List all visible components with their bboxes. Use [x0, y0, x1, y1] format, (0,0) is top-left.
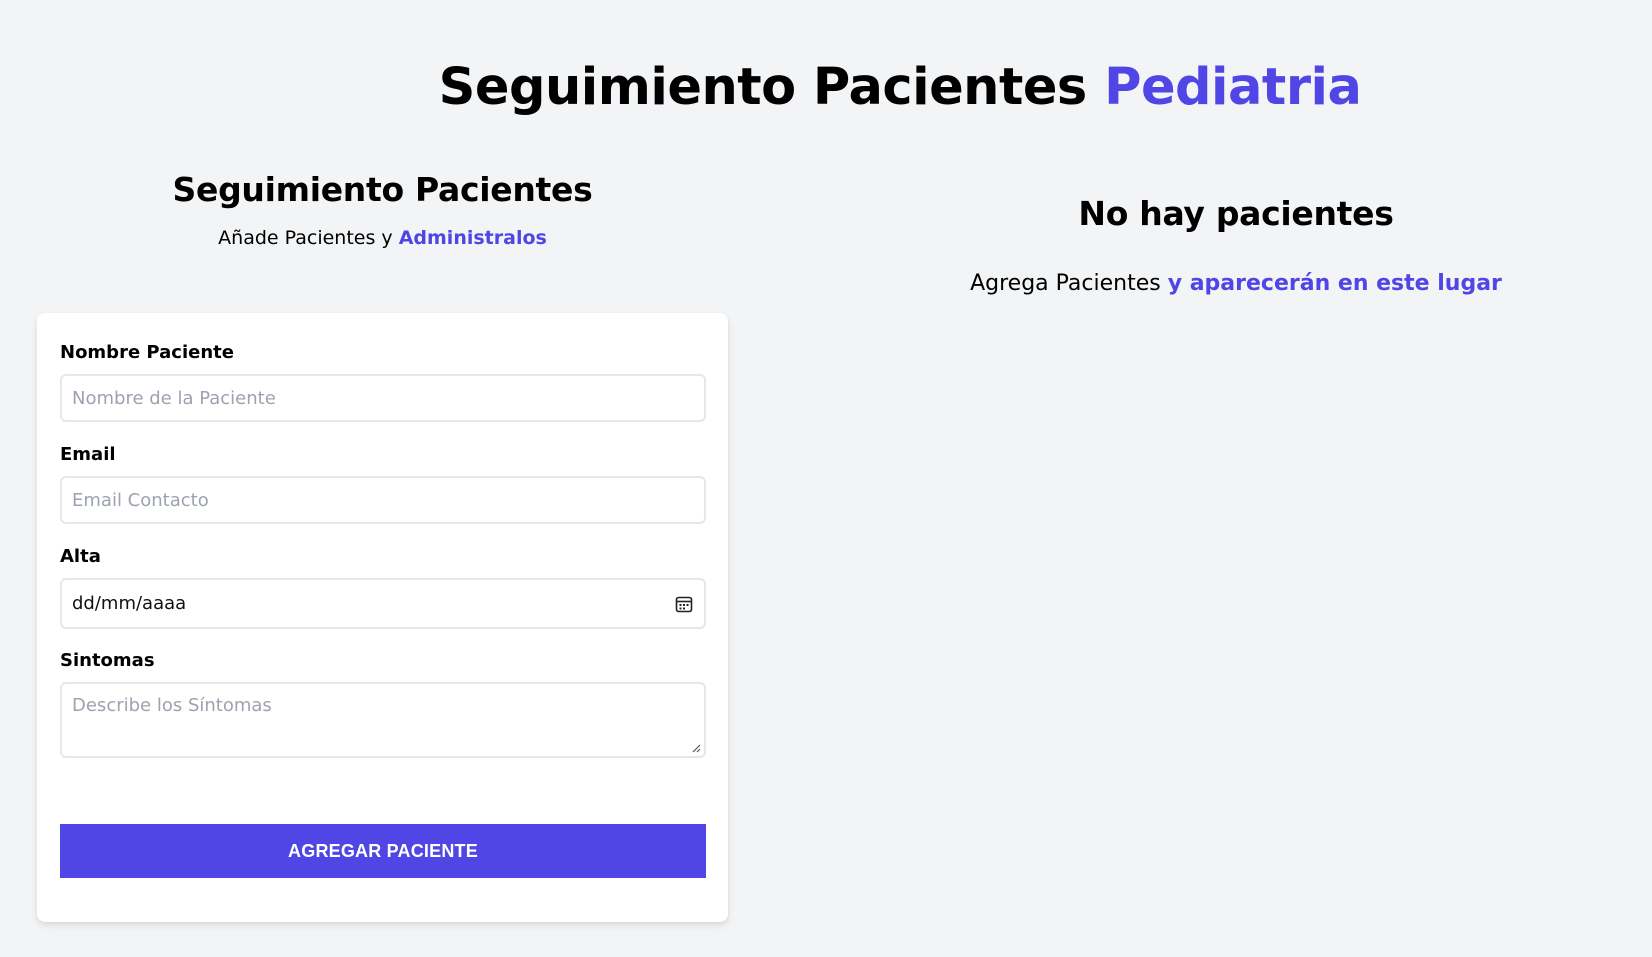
empty-state-subtitle-accent: y aparecerán en este lugar	[1167, 271, 1502, 296]
date-input[interactable]: dd/mm/aaaa	[60, 578, 706, 629]
date-label: Alta	[60, 546, 101, 567]
name-input-placeholder: Nombre de la Paciente	[72, 387, 276, 409]
patient-form: Nombre Paciente Nombre de la Paciente Em…	[37, 313, 728, 922]
date-input-value: dd/mm/aaaa	[72, 593, 187, 614]
symptoms-label: Sintomas	[60, 650, 155, 671]
page-title: Seguimiento Pacientes Pediatria	[0, 58, 1652, 117]
resize-handle-icon[interactable]	[691, 743, 701, 753]
empty-state-subtitle: Agrega Pacientes y aparecerán en este lu…	[828, 271, 1644, 296]
empty-state-title: No hay pacientes	[1078, 194, 1394, 233]
email-input-placeholder: Email Contacto	[72, 489, 209, 511]
empty-state-subtitle-main: Agrega Pacientes	[970, 271, 1161, 296]
form-section-subtitle: Añade Pacientes y Administralos	[37, 227, 728, 249]
name-label: Nombre Paciente	[60, 342, 234, 363]
page-title-main: Seguimiento Pacientes	[438, 58, 1088, 117]
symptoms-textarea[interactable]: Describe los Síntomas	[60, 682, 706, 758]
patient-list-empty-state: No hay pacientes Agrega Pacientes y apar…	[828, 194, 1644, 296]
calendar-icon[interactable]	[674, 594, 694, 614]
form-section-subtitle-accent: Administralos	[398, 227, 547, 249]
form-section-subtitle-main: Añade Pacientes y	[218, 227, 393, 249]
email-label: Email	[60, 444, 116, 465]
name-input[interactable]: Nombre de la Paciente	[60, 374, 706, 422]
form-section-header: Seguimiento Pacientes Añade Pacientes y …	[37, 170, 728, 249]
email-input[interactable]: Email Contacto	[60, 476, 706, 524]
symptoms-textarea-placeholder: Describe los Síntomas	[72, 695, 272, 716]
add-patient-button[interactable]: AGREGAR PACIENTE	[60, 824, 706, 878]
form-section-title: Seguimiento Pacientes	[172, 170, 593, 209]
page-title-accent: Pediatria	[1104, 58, 1362, 117]
